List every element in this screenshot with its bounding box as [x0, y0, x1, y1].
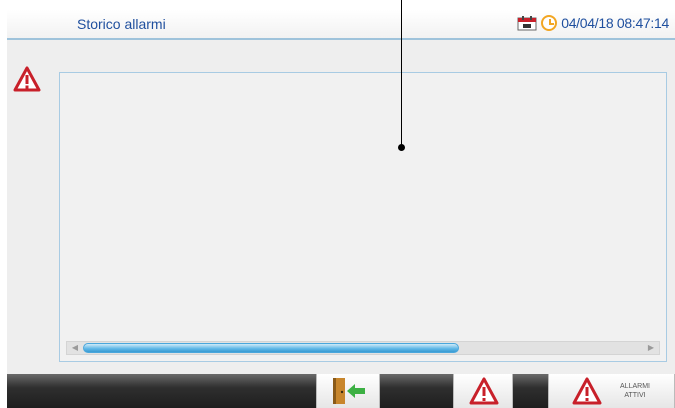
- alarm-history-button[interactable]: [453, 374, 513, 408]
- alarm-warning-icon: [13, 66, 41, 97]
- status-area: 04/04/18 08:47:14: [517, 15, 669, 31]
- hmi-screen: Storico allarmi 04/04/18 08:47:14 ◀ ▶: [7, 10, 675, 408]
- active-alarms-label-line1: ALLARMI: [620, 383, 650, 390]
- header-bar: Storico allarmi 04/04/18 08:47:14: [7, 10, 675, 40]
- active-alarms-label-line2: ATTIVI: [624, 392, 646, 399]
- active-alarms-button[interactable]: ALLARMI ATTIVI: [548, 374, 675, 408]
- scroll-left-icon[interactable]: ◀: [69, 343, 81, 353]
- exit-door-icon: [333, 378, 365, 404]
- clock-icon: [541, 15, 558, 31]
- horizontal-scrollbar[interactable]: ◀ ▶: [66, 341, 660, 355]
- exit-button[interactable]: [316, 374, 380, 408]
- calendar-icon: [517, 15, 537, 31]
- alarm-history-list[interactable]: ◀ ▶: [59, 72, 667, 362]
- scroll-right-icon[interactable]: ▶: [645, 343, 657, 353]
- warning-triangle-icon: [469, 377, 499, 405]
- callout-line: [401, 0, 402, 147]
- page-title: Storico allarmi: [77, 16, 166, 32]
- scrollbar-thumb[interactable]: [83, 343, 459, 353]
- callout-dot: [398, 144, 405, 151]
- datetime-display: 04/04/18 08:47:14: [561, 15, 669, 31]
- bottom-toolbar: ALLARMI ATTIVI: [7, 374, 675, 408]
- warning-triangle-icon: [572, 377, 602, 405]
- active-alarms-label: ALLARMI ATTIVI: [617, 382, 653, 400]
